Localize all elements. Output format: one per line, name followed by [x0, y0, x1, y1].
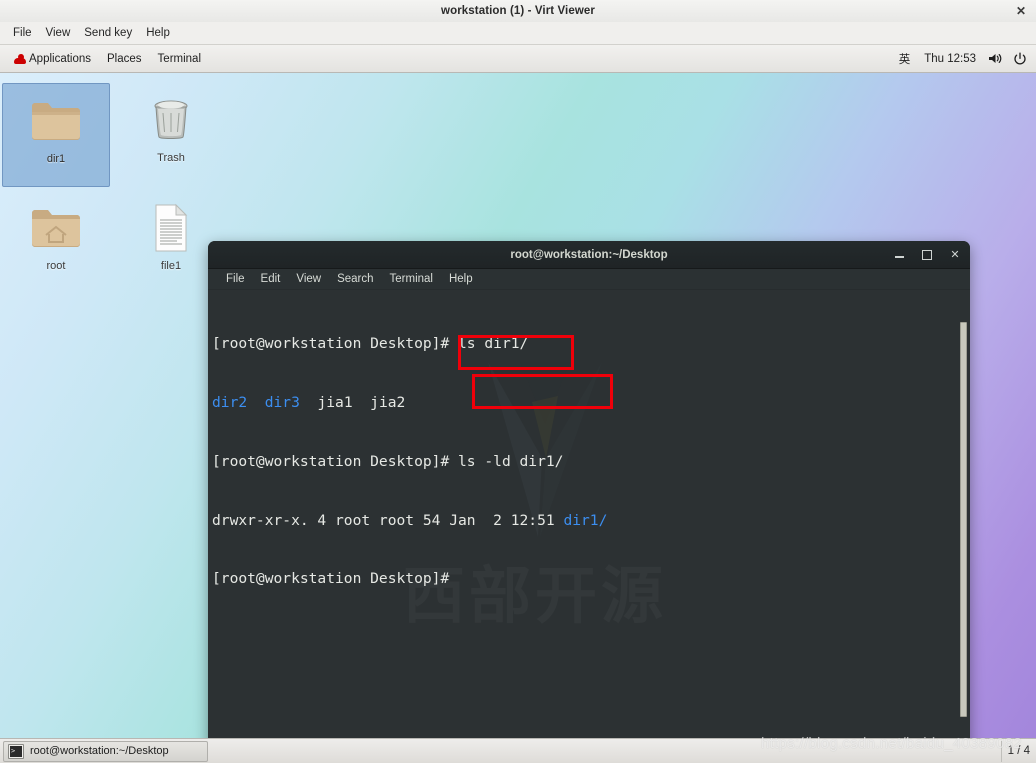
terminal-menu[interactable]: Terminal [150, 50, 209, 68]
terminal-segment: [root@workstation Desktop]# [212, 570, 450, 588]
folder-icon [3, 92, 109, 150]
terminal-segment: dir3 [264, 393, 300, 411]
gnome-panel-right: 英 Thu 12:53 [894, 49, 1036, 69]
menu-help[interactable]: Help [139, 25, 177, 41]
desktop-icon-label: Trash [157, 152, 185, 164]
terminal-scrollbar[interactable] [960, 296, 967, 738]
input-method-indicator[interactable]: 英 [894, 49, 916, 69]
terminal-line: [root@workstation Desktop]# ls dir1/ [212, 334, 970, 354]
desktop-icon-label: root [46, 260, 66, 272]
desktop-icon-trash[interactable]: Trash [117, 83, 225, 187]
menu-file[interactable]: File [6, 25, 39, 41]
terminal-line: drwxr-xr-x. 4 root root 54 Jan 2 12:51 d… [212, 511, 970, 531]
home-folder-icon [2, 199, 110, 257]
terminal-menu-terminal[interactable]: Terminal [382, 273, 441, 285]
terminal-segment: dir1/ [563, 511, 608, 529]
applications-menu[interactable]: Applications [5, 50, 99, 68]
desktop-icon-label: dir1 [46, 153, 66, 165]
places-menu[interactable]: Places [99, 50, 150, 68]
virt-viewer-menubar: File View Send key Help [0, 22, 1036, 45]
terminal-line: dir2 dir3 jia1 jia2 [212, 393, 970, 413]
terminal-titlebar[interactable]: root@workstation:~/Desktop ✕ [208, 241, 970, 269]
trash-icon [117, 91, 225, 149]
power-icon[interactable] [1010, 52, 1030, 66]
gnome-top-panel: Applications Places Terminal 英 Thu 12:53 [0, 45, 1036, 73]
taskbar-right: 1 / 4 [1000, 739, 1036, 763]
menu-view[interactable]: View [39, 25, 78, 41]
virt-viewer-title: workstation (1) - Virt Viewer [441, 5, 595, 17]
screen: workstation (1) - Virt Viewer ✕ File Vie… [0, 0, 1036, 763]
desktop-icon-dir1[interactable]: dir1 [2, 83, 110, 187]
gnome-panel-left: Applications Places Terminal [0, 50, 209, 68]
terminal-line: [root@workstation Desktop]# ls -ld dir1/ [212, 452, 970, 472]
virt-viewer-titlebar: workstation (1) - Virt Viewer ✕ [0, 0, 1036, 23]
terminal-menu-help[interactable]: Help [441, 273, 481, 285]
terminal-command: ls dir1/ [458, 335, 529, 353]
terminal-segment: [root@workstation Desktop]# [212, 335, 459, 353]
desktop-icon-root[interactable]: root [2, 191, 110, 295]
volume-icon[interactable] [985, 52, 1006, 65]
scrollbar-thumb[interactable] [960, 322, 967, 717]
terminal-window-buttons: ✕ [892, 241, 962, 268]
terminal-icon [8, 743, 24, 759]
menu-send-key[interactable]: Send key [77, 25, 139, 41]
bottom-taskbar: root@workstation:~/Desktop 1 / 4 [0, 738, 1036, 763]
terminal-menu-edit[interactable]: Edit [253, 273, 289, 285]
clock[interactable]: Thu 12:53 [919, 51, 981, 67]
maximize-icon[interactable] [920, 248, 934, 262]
terminal-menu-search[interactable]: Search [329, 273, 381, 285]
terminal-output: [root@workstation Desktop]# ls dir1/ dir… [212, 295, 970, 628]
close-icon[interactable]: ✕ [1012, 2, 1030, 20]
terminal-window[interactable]: root@workstation:~/Desktop ✕ File Edit V… [208, 241, 970, 738]
terminal-segment: dir2 [212, 393, 248, 411]
terminal-segment: drwxr-xr-x. 4 root root 54 Jan 2 12:51 [212, 511, 564, 529]
terminal-menu-view[interactable]: View [288, 273, 329, 285]
terminal-body[interactable]: 西部开源 [root@workstation Desktop]# ls dir1… [208, 290, 970, 738]
desktop[interactable]: dir1 Trash root file1 root@workstation:~… [0, 73, 1036, 738]
terminal-menu-file[interactable]: File [218, 273, 253, 285]
taskbar-window-label: root@workstation:~/Desktop [30, 745, 169, 757]
terminal-segment [247, 394, 265, 411]
terminal-segment: jia1 jia2 [299, 393, 406, 411]
terminal-segment: [root@workstation Desktop]# [212, 452, 459, 470]
terminal-title: root@workstation:~/Desktop [510, 248, 668, 261]
redhat-icon [13, 53, 27, 65]
terminal-command: ls -ld dir1/ [458, 452, 564, 470]
workspace-switcher[interactable]: 1 / 4 [1000, 740, 1036, 762]
taskbar-window-button[interactable]: root@workstation:~/Desktop [3, 740, 208, 762]
close-icon[interactable]: ✕ [948, 248, 962, 262]
applications-menu-label: Applications [29, 52, 92, 65]
terminal-menubar: File Edit View Search Terminal Help [208, 269, 970, 290]
terminal-line: [root@workstation Desktop]# [212, 569, 970, 589]
minimize-icon[interactable] [892, 248, 906, 262]
